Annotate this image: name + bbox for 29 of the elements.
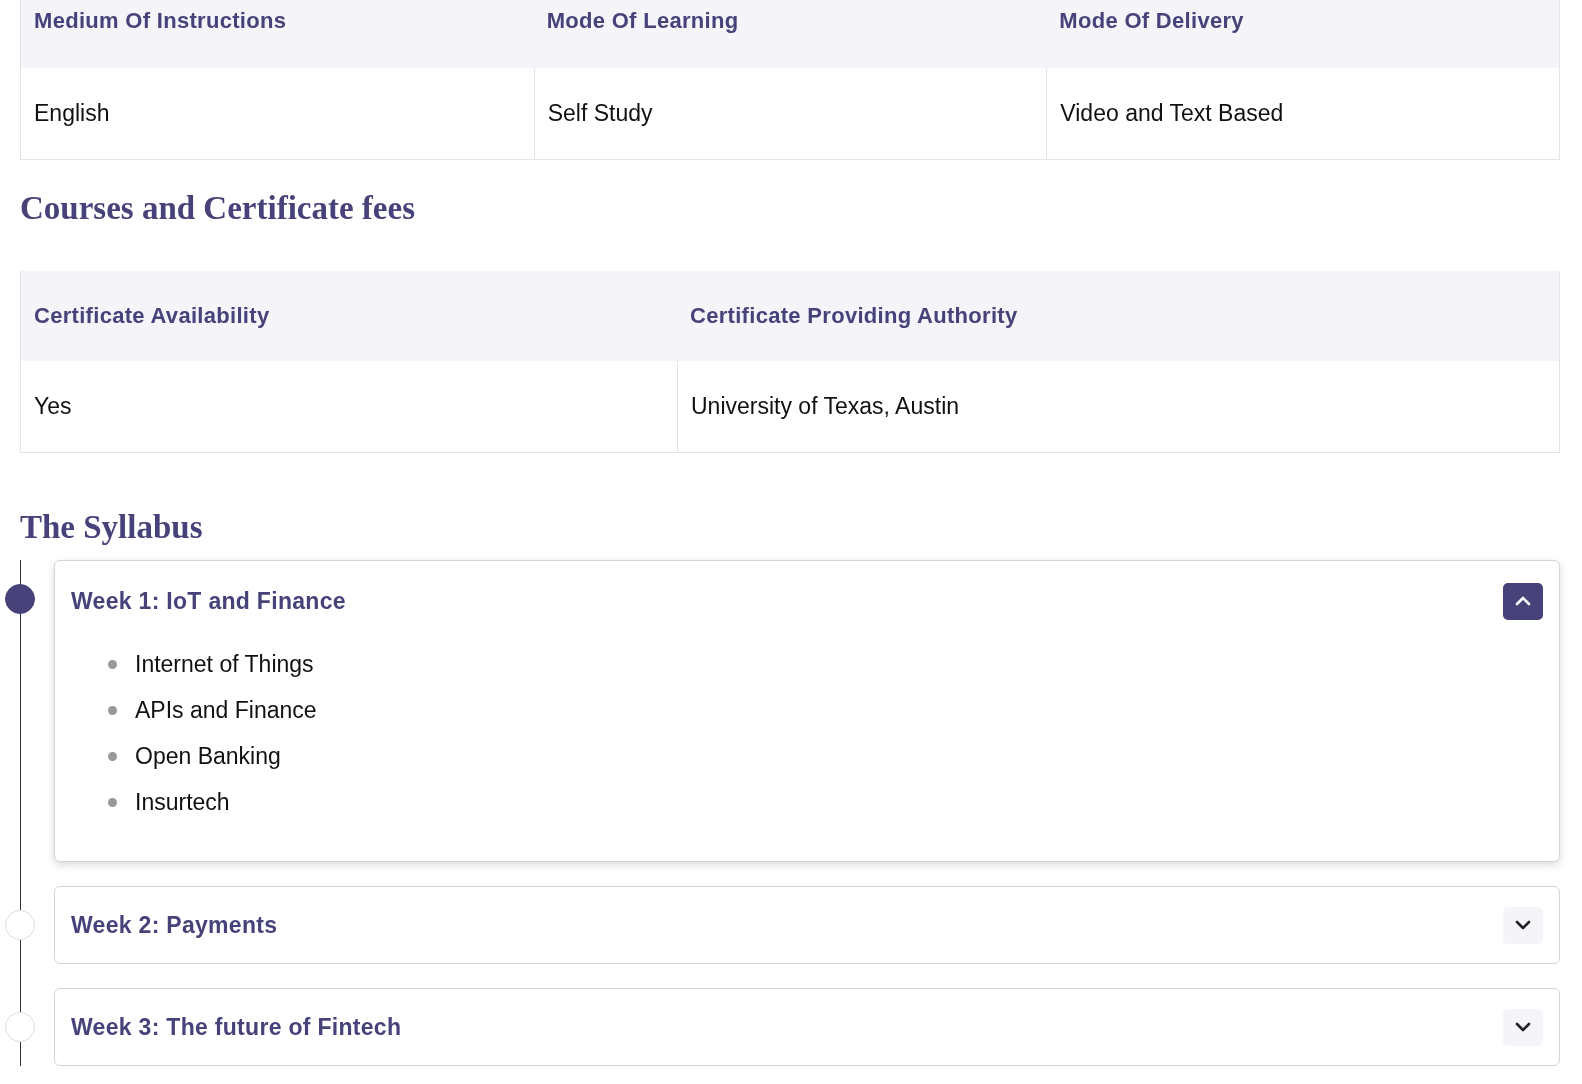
collapse-button[interactable] (1503, 582, 1543, 620)
chevron-icon (1515, 920, 1531, 930)
topic-text: APIs and Finance (135, 696, 317, 724)
bullet-icon (108, 797, 117, 807)
bullet-icon (108, 751, 117, 761)
bullet-icon (108, 659, 117, 669)
section-heading: Courses and Certificate fees (20, 190, 416, 227)
table-cell-text: Yes (33, 392, 73, 421)
column-header: Mode Of Delivery (1046, 0, 1559, 68)
week-title[interactable]: Week 2: Payments (71, 911, 278, 939)
topic-text: Internet of Things (135, 650, 314, 678)
week-title[interactable]: Week 3: The future of Fintech (71, 1013, 402, 1041)
table-cell-text: English (33, 99, 111, 128)
expand-button[interactable] (1503, 1008, 1543, 1046)
column-header: Certificate Availability (21, 271, 677, 361)
topic-text: Insurtech (135, 788, 230, 816)
table-cell: University of Texas, Austin (677, 361, 1559, 452)
column-header: Mode Of Learning (533, 0, 1047, 68)
expand-button[interactable] (1503, 906, 1543, 944)
week-title[interactable]: Week 1: IoT and Finance (71, 587, 346, 615)
column-header: Medium Of Instructions (21, 0, 534, 68)
topic-text: Open Banking (135, 742, 281, 770)
table-cell: Self Study (533, 68, 1047, 159)
chevron-icon (1515, 596, 1531, 606)
column-header: Certificate Providing Authority (677, 271, 1559, 361)
table-cell: Video and Text Based (1046, 68, 1559, 159)
chevron-icon (1515, 1022, 1531, 1032)
section-heading: The Syllabus (20, 509, 204, 546)
bullet-icon (108, 705, 117, 715)
